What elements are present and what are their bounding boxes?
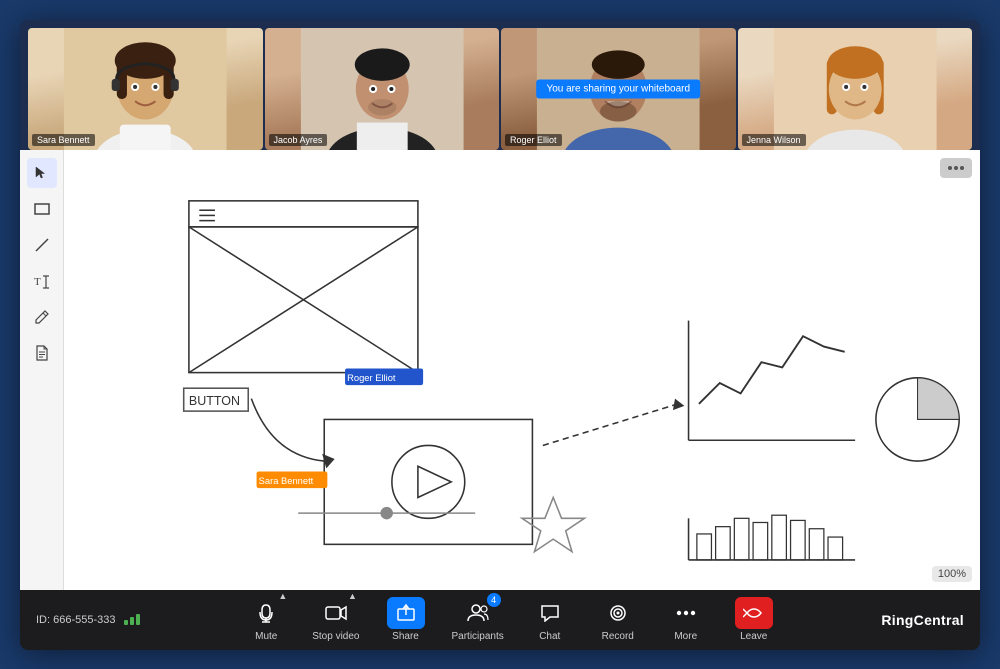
participant-name-jenna: Jenna Wilson — [742, 134, 806, 146]
leave-icon-wrap — [735, 597, 773, 629]
record-icon-wrap — [599, 597, 637, 629]
svg-text:BUTTON: BUTTON — [189, 393, 240, 407]
participants-button[interactable]: 4 Participants — [452, 597, 504, 642]
tool-pencil[interactable] — [27, 302, 57, 332]
app-container: Sara Bennett — [20, 20, 980, 650]
tool-text[interactable]: T — [27, 266, 57, 296]
more-label: More — [674, 631, 697, 642]
share-icon-wrap — [387, 597, 425, 629]
tool-line[interactable] — [27, 230, 57, 260]
chat-label: Chat — [539, 631, 560, 642]
participant-tile-jacob[interactable]: Jacob Ayres — [265, 28, 500, 150]
stop-video-button[interactable]: ▲ Stop video — [312, 597, 359, 642]
tool-select[interactable] — [27, 158, 57, 188]
participant-tile-roger[interactable]: You are sharing your whiteboard Roger El… — [501, 28, 736, 150]
tool-document[interactable] — [27, 338, 57, 368]
stop-video-icon-wrap: ▲ — [317, 597, 355, 629]
participant-video-jenna — [738, 28, 973, 150]
participant-video-jacob — [265, 28, 500, 150]
chat-button[interactable]: Chat — [528, 597, 572, 642]
participant-name-sara: Sara Bennett — [32, 134, 95, 146]
more-icon-wrap — [667, 597, 705, 629]
brand-name: RingCentral — [881, 612, 964, 628]
more-button[interactable]: More — [664, 597, 708, 642]
participant-tile-sara[interactable]: Sara Bennett — [28, 28, 263, 150]
mute-label: Mute — [255, 631, 277, 642]
svg-text:T: T — [34, 276, 41, 288]
participant-name-roger: Roger Elliot — [505, 134, 562, 146]
bottom-left: ID: 666-555-333 — [36, 614, 176, 626]
sharing-banner: You are sharing your whiteboard — [536, 79, 700, 98]
participants-icon-wrap: 4 — [459, 597, 497, 629]
participants-label: Participants — [452, 631, 504, 642]
signal-bar-2 — [130, 617, 134, 625]
mute-icon-wrap: ▲ — [247, 597, 285, 629]
mute-arrow[interactable]: ▲ — [278, 591, 287, 601]
record-button[interactable]: Record — [596, 597, 640, 642]
share-button[interactable]: Share — [384, 597, 428, 642]
participants-strip: Sara Bennett — [20, 20, 980, 150]
participant-name-jacob: Jacob Ayres — [269, 134, 328, 146]
toolbar: T — [20, 150, 64, 590]
leave-button[interactable]: Leave — [732, 597, 776, 642]
share-label: Share — [392, 631, 419, 642]
main-content: T 100% — [20, 150, 980, 590]
signal-bar-1 — [124, 620, 128, 625]
svg-text:Sara Bennett: Sara Bennett — [259, 475, 314, 485]
signal-bar-3 — [136, 614, 140, 625]
signal-bars — [124, 614, 140, 625]
chat-icon-wrap — [531, 597, 569, 629]
video-arrow[interactable]: ▲ — [348, 591, 357, 601]
participant-tile-jenna[interactable]: Jenna Wilson — [738, 28, 973, 150]
record-label: Record — [602, 631, 634, 642]
more-options-button[interactable] — [940, 158, 972, 178]
bottom-controls: ▲ Mute ▲ Stop video Share — [176, 597, 844, 642]
leave-label: Leave — [740, 631, 767, 642]
participants-badge: 4 — [487, 593, 501, 607]
svg-text:Roger Elliot: Roger Elliot — [347, 372, 396, 382]
bottom-right: RingCentral — [844, 612, 964, 628]
mute-button[interactable]: ▲ Mute — [244, 597, 288, 642]
stop-video-label: Stop video — [312, 631, 359, 642]
participant-video-sara — [28, 28, 263, 150]
tool-rectangle[interactable] — [27, 194, 57, 224]
whiteboard-canvas[interactable]: 100% Roger Elliot BUTTON — [64, 150, 980, 590]
bottom-bar: ID: 666-555-333 ▲ Mute ▲ — [20, 590, 980, 650]
meeting-id: ID: 666-555-333 — [36, 614, 116, 626]
